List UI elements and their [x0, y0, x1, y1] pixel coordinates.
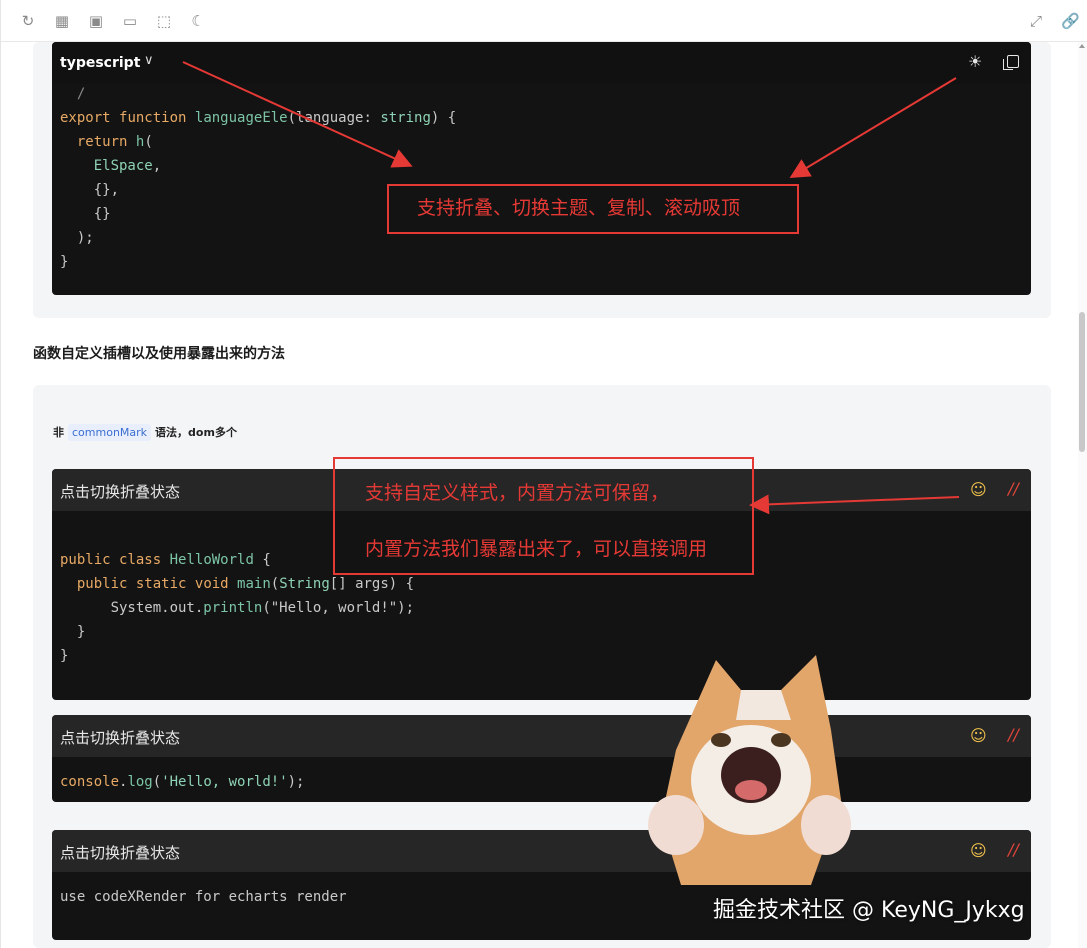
copy-icon[interactable] [1003, 55, 1019, 70]
note-text: 非 commonMark 语法，dom多个 [53, 424, 237, 441]
theme-icon[interactable]: ☺ [970, 841, 987, 860]
link-icon[interactable]: 🔗 [1061, 12, 1080, 30]
sun-icon[interactable]: ☀ [968, 52, 982, 71]
scroll-up-arrow-icon[interactable] [1079, 44, 1085, 48]
scroll-thumb[interactable] [1079, 312, 1085, 452]
theme-icon[interactable]: ☺ [970, 480, 987, 499]
fullscreen-icon[interactable]: ⤢ [1027, 12, 1045, 30]
slash-icon[interactable]: // [1008, 725, 1019, 744]
layout-icon[interactable]: ▭ [121, 12, 139, 30]
code-header[interactable]: 点击切换折叠状态 ☺ // [52, 830, 1031, 872]
code-content: / export function languageEle(language: … [60, 86, 457, 270]
moon-icon[interactable]: ☾ [189, 12, 207, 30]
code-content: use codeXRender for echarts render [60, 889, 347, 905]
language-label[interactable]: typescript [60, 55, 140, 71]
top-toolbar: ↻ ▦ ▣ ▭ ⬚ ☾ ⤢ 🔗 [1, 0, 1087, 42]
theme-icon[interactable]: ☺ [970, 726, 987, 745]
slash-icon[interactable]: // [1008, 840, 1019, 859]
annotation-text-2b: 内置方法我们暴露出来了，可以直接调用 [365, 538, 708, 560]
window-icon[interactable]: ▣ [87, 12, 105, 30]
annotation-text-2a: 支持自定义样式，内置方法可保留， [365, 482, 670, 504]
chevron-down-icon[interactable]: ∨ [144, 53, 154, 68]
collapse-toggle-title[interactable]: 点击切换折叠状态 [60, 842, 180, 863]
code-header-sticky: typescript ∨ ☀ [52, 42, 1031, 84]
scrollbar[interactable] [1078, 42, 1087, 948]
annotation-text-1: 支持折叠、切换主题、复制、滚动吸顶 [417, 197, 741, 219]
refresh-icon[interactable]: ↻ [19, 12, 37, 30]
app-window: ↻ ▦ ▣ ▭ ⬚ ☾ ⤢ 🔗 typescript ∨ ☀ / export … [0, 0, 1087, 948]
select-icon[interactable]: ⬚ [155, 12, 173, 30]
collapse-toggle-title[interactable]: 点击切换折叠状态 [60, 727, 180, 748]
watermark: 掘金技术社区 @ KeyNG_Jykxg [713, 898, 1025, 923]
code-block-console: 点击切换折叠状态 ☺ // console.log('Hello, world!… [52, 715, 1031, 802]
code-block-typescript: typescript ∨ ☀ / export function languag… [52, 42, 1031, 295]
code-content: console.log('Hello, world!'); [60, 774, 305, 790]
commonmark-tag: commonMark [68, 424, 152, 441]
slash-icon[interactable]: // [1008, 479, 1019, 498]
collapse-toggle-title[interactable]: 点击切换折叠状态 [60, 481, 180, 502]
cat-sticker [648, 655, 851, 885]
grid-icon[interactable]: ▦ [53, 12, 71, 30]
section-heading: 函数自定义插槽以及使用暴露出来的方法 [33, 346, 285, 362]
code-header[interactable]: 点击切换折叠状态 ☺ // [52, 715, 1031, 757]
